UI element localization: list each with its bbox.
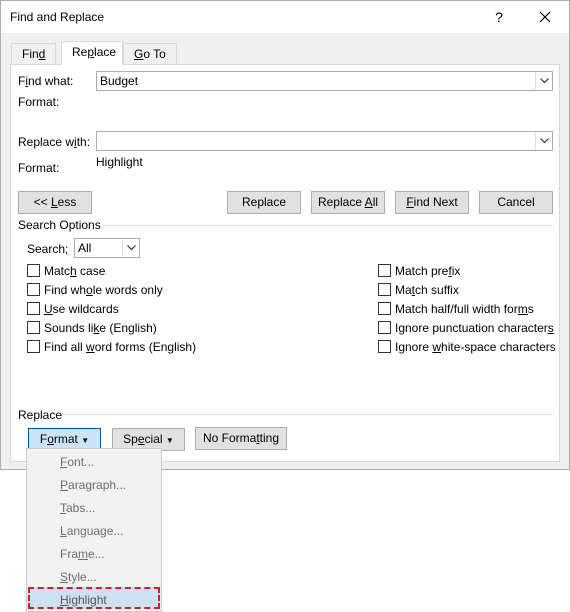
find-what-value: Budget <box>100 74 139 88</box>
sounds-like-label: Sounds like (English) <box>44 321 157 335</box>
cancel-button[interactable]: Cancel <box>479 191 553 214</box>
match-prefix-checkbox[interactable] <box>378 264 391 277</box>
half-full-width-checkbox[interactable] <box>378 302 391 315</box>
less-button[interactable]: << Less <box>18 191 92 214</box>
wildcards-checkbox[interactable] <box>27 302 40 315</box>
replace-format-value: Highlight <box>96 155 143 169</box>
menu-item-language[interactable]: Language... <box>60 524 123 538</box>
replace-with-dropdown-arrow[interactable] <box>535 132 552 150</box>
whole-words-label: Find whole words only <box>44 283 163 297</box>
menu-item-style[interactable]: Style... <box>60 570 97 584</box>
find-what-dropdown-arrow[interactable] <box>535 72 552 90</box>
tab-find[interactable]: Find <box>11 43 57 65</box>
half-full-width-label: Match half/full width forms <box>395 302 534 316</box>
close-icon[interactable] <box>531 5 559 29</box>
find-what-input[interactable]: Budget <box>96 71 553 91</box>
replace-format-label: Format: <box>18 161 60 175</box>
search-options-divider <box>103 225 553 226</box>
ignore-punctuation-checkbox[interactable] <box>378 321 391 334</box>
match-suffix-checkbox[interactable] <box>378 283 391 296</box>
format-dropdown-arrow-icon: ▼ <box>81 436 90 445</box>
search-direction-value: All <box>78 241 92 255</box>
match-case-label: Match case <box>44 264 106 278</box>
replace-tab-panel <box>10 64 560 462</box>
menu-item-font[interactable]: Font... <box>60 455 94 469</box>
special-dropdown-arrow-icon: ▼ <box>165 436 174 445</box>
word-forms-label: Find all word forms (English) <box>44 340 197 354</box>
match-prefix-label: Match prefix <box>395 264 461 278</box>
replace-button[interactable]: Replace <box>227 191 301 214</box>
find-what-label: Find what: <box>18 74 74 88</box>
window-title: Find and Replace <box>10 10 105 24</box>
tab-replace[interactable]: Replace <box>61 41 123 65</box>
menu-item-tabs[interactable]: Tabs... <box>60 501 95 515</box>
find-format-label: Format: <box>18 95 60 109</box>
menu-item-paragraph[interactable]: Paragraph... <box>60 478 126 492</box>
sounds-like-checkbox[interactable] <box>27 321 40 334</box>
ignore-whitespace-label: Ignore white-space characters <box>395 340 556 354</box>
menu-item-highlight[interactable]: Highlight <box>60 593 107 607</box>
whole-words-checkbox[interactable] <box>27 283 40 296</box>
find-next-button[interactable]: Find Next <box>395 191 469 214</box>
match-suffix-label: Match suffix <box>395 283 459 297</box>
replace-group-title: Replace <box>18 408 63 422</box>
search-direction-label: Search; <box>27 242 69 256</box>
tab-go-to[interactable]: Go To <box>123 43 177 65</box>
menu-item-frame[interactable]: Frame... <box>60 547 105 561</box>
replace-with-input[interactable] <box>96 131 553 151</box>
question-mark-icon[interactable]: ? <box>485 5 513 29</box>
search-direction-dropdown-arrow[interactable] <box>122 239 139 257</box>
ignore-punctuation-label: Ignore punctuation characters <box>395 321 554 335</box>
replace-all-button[interactable]: Replace All <box>311 191 385 214</box>
replace-with-label: Replace with: <box>18 135 91 149</box>
replace-group-divider <box>63 414 553 415</box>
find-replace-dialog: Find and Replace ? Find Replace Go To Fi… <box>0 0 570 470</box>
ignore-whitespace-checkbox[interactable] <box>378 340 391 353</box>
title-bar: Find and Replace ? <box>1 1 569 33</box>
match-case-checkbox[interactable] <box>27 264 40 277</box>
search-direction-select[interactable]: All <box>74 238 140 258</box>
search-options-title: Search Options <box>18 218 101 232</box>
word-forms-checkbox[interactable] <box>27 340 40 353</box>
no-formatting-button[interactable]: No Formatting <box>195 427 287 450</box>
wildcards-label: Use wildcards <box>44 302 119 316</box>
